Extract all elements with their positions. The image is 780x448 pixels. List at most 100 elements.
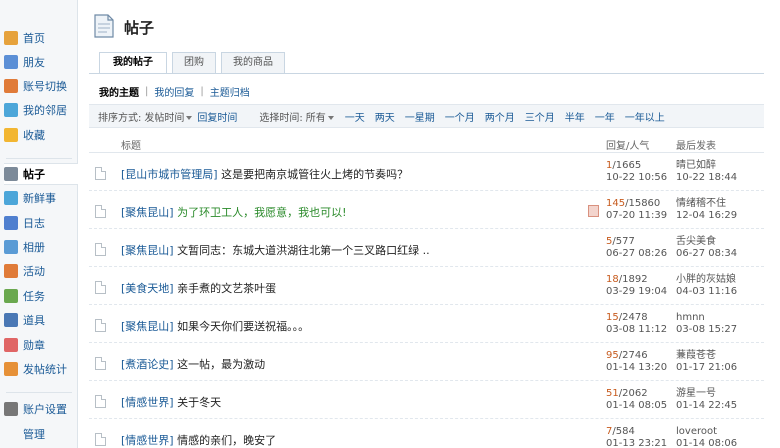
post-subject-link[interactable]: 文暂同志：东城大道洪湖往北第一个三叉路口红绿 ..	[177, 244, 430, 257]
sidebar-item-14[interactable]: 账户设置	[4, 400, 76, 418]
chevron-down-icon	[327, 115, 334, 120]
last-post: 蒹葭苍苍 01-17 21:06	[676, 350, 737, 374]
header-stats: 回复/人气	[606, 141, 650, 152]
sidebar-item-12[interactable]: 勋章	[4, 336, 76, 354]
subnav-topic-archive[interactable]: 主题归档	[210, 84, 250, 99]
time-label: 选择时间:	[259, 112, 303, 124]
forum-link[interactable]: [聚焦昆山]	[121, 206, 174, 219]
post-subject-link[interactable]: 亲手煮的文艺茶叶蛋	[177, 282, 276, 295]
time-ranges: 一天 两天 一星期 一个月 两个月 三个月 半年 一年 一年以上	[339, 109, 675, 124]
sidebar-item-11[interactable]: 道具	[4, 311, 76, 329]
last-post-user[interactable]: 小胖的灰姑娘	[676, 274, 736, 285]
sidebar-item-0[interactable]: 首页	[4, 29, 76, 47]
time-range-link[interactable]: 一天	[345, 113, 365, 124]
post-subject-link[interactable]: 这是要把南京城管往火上烤的节奏吗？	[221, 168, 408, 181]
sidebar-item-label: 发帖统计	[23, 363, 67, 376]
time-range-link[interactable]: 一年以上	[625, 113, 665, 124]
last-post-date: 01-14 08:06	[676, 438, 738, 448]
sidebar-item-4[interactable]: 收藏	[4, 126, 76, 144]
time-range-link[interactable]: 三个月	[525, 113, 555, 124]
last-post-user[interactable]: 游星一号	[676, 388, 716, 399]
subnav-separator: |	[200, 86, 204, 97]
sidebar-item-6[interactable]: 新鲜事	[4, 189, 76, 207]
sort-select[interactable]: 发帖时间	[144, 109, 197, 124]
sidebar-item-label: 新鲜事	[23, 192, 56, 205]
post-subject-link[interactable]: 这一帖，最为激动	[177, 358, 265, 371]
sort-label: 排序方式:	[98, 112, 142, 124]
forum-link[interactable]: [情感世界]	[121, 434, 174, 447]
time-range-link[interactable]: 两个月	[485, 113, 515, 124]
forum-link[interactable]: [昆山市城市管理局]	[121, 168, 218, 181]
last-post: 小胖的灰姑娘 04-03 11:16	[676, 274, 737, 298]
last-post-user[interactable]: 蒹葭苍苍	[676, 350, 716, 361]
post-date: 10-22 10:56	[606, 172, 668, 183]
time-range-link[interactable]: 一年	[595, 113, 615, 124]
post-date: 01-14 13:20	[606, 362, 668, 373]
post-subject-link[interactable]: 如果今天你们要送祝福。。。	[177, 320, 309, 333]
sidebar-item-3[interactable]: 我的邻居	[4, 101, 76, 119]
time-range-link[interactable]: 一星期	[405, 113, 435, 124]
forum-link[interactable]: [美食天地]	[121, 282, 174, 295]
last-post-user[interactable]: hmnn	[676, 312, 705, 323]
reply-count: 51	[606, 388, 619, 399]
sidebar-item-2[interactable]: 账号切换	[4, 77, 76, 95]
post-subject-link[interactable]: 为了环卫工人，我愿意，我也可以!	[177, 206, 346, 219]
post-subject-link[interactable]: 情感的亲们，晚安了	[177, 434, 276, 447]
time-range-link[interactable]: 一个月	[445, 113, 475, 124]
header-last-post: 最后发表	[676, 141, 716, 152]
sidebar-item-7[interactable]: 日志	[4, 214, 76, 232]
friends-icon	[4, 55, 18, 69]
view-count: /15860	[625, 198, 661, 209]
post-title: [美食天地] 亲手煮的文艺茶叶蛋	[121, 280, 276, 296]
sidebar-item-label: 我的邻居	[23, 104, 67, 117]
last-post-user[interactable]: 晴已如醉	[676, 160, 716, 171]
post-stats: 1/1665 10-22 10:56	[606, 160, 667, 184]
sidebar-item-label: 日志	[23, 217, 45, 230]
sidebar-item-label: 朋友	[23, 56, 45, 69]
sidebar-item-8[interactable]: 相册	[4, 238, 76, 256]
tab-group-buy[interactable]: 团购	[172, 52, 216, 74]
page-title: 帖子	[124, 19, 155, 37]
sidebar-item-15[interactable]: 管理	[4, 425, 76, 443]
last-post-date: 04-03 11:16	[676, 286, 738, 297]
post-title: [聚焦昆山] 为了环卫工人，我愿意，我也可以!	[121, 204, 347, 220]
post-date: 01-13 23:21	[606, 438, 668, 448]
time-range-link[interactable]: 两天	[375, 113, 395, 124]
subnav-my-topics[interactable]: 我的主题	[99, 84, 139, 99]
sidebar-item-9[interactable]: 活动	[4, 262, 76, 280]
view-count: /2478	[618, 312, 648, 323]
table-row: [美食天地] 亲手煮的文艺茶叶蛋 18/1892 03-29 19:04 小胖的灰姑娘…	[89, 269, 764, 305]
post-date: 07-20 11:39	[606, 210, 668, 221]
post-subject-link[interactable]: 关于冬天	[177, 396, 221, 409]
speech-icon	[4, 191, 18, 205]
post-stats: 7/584 01-13 23:21	[606, 426, 667, 448]
table-row: [聚焦昆山] 文暂同志：东城大道洪湖往北第一个三叉路口红绿 .. 5/577 06-…	[89, 231, 764, 267]
time-range-link[interactable]: 半年	[565, 113, 585, 124]
time-select[interactable]: 所有	[306, 109, 339, 124]
sort-by-reply-time[interactable]: 回复时间	[197, 109, 237, 124]
last-post-user[interactable]: 情绪稽不住	[676, 198, 726, 209]
tab-my-products[interactable]: 我的商品	[221, 52, 285, 74]
tab-my-posts[interactable]: 我的帖子	[99, 52, 167, 74]
sidebar-item-label: 相册	[23, 241, 45, 254]
last-post-user[interactable]: 舌尖美食	[676, 236, 716, 247]
forum-link[interactable]: [煮酒论史]	[121, 358, 174, 371]
last-post-date: 12-04 16:29	[676, 210, 738, 221]
table-row: [昆山市城市管理局] 这是要把南京城管往火上烤的节奏吗？ 1/1665 10-22 …	[89, 155, 764, 191]
forum-link[interactable]: [聚焦昆山]	[121, 244, 174, 257]
forum-link[interactable]: [聚焦昆山]	[121, 320, 174, 333]
post-title: [聚焦昆山] 文暂同志：东城大道洪湖往北第一个三叉路口红绿 ..	[121, 242, 430, 258]
sidebar-item-5[interactable]: 帖子	[4, 163, 78, 185]
subnav-my-replies[interactable]: 我的回复	[154, 84, 194, 99]
table-row: [煮酒论史] 这一帖，最为激动 95/2746 01-14 13:20 蒹葭苍苍 01-…	[89, 345, 764, 381]
sidebar-item-13[interactable]: 发帖统计	[4, 360, 76, 378]
sidebar-item-label: 首页	[23, 32, 45, 45]
last-post-date: 06-27 08:34	[676, 248, 738, 259]
last-post-user[interactable]: loveroot	[676, 426, 717, 437]
forum-link[interactable]: [情感世界]	[121, 396, 174, 409]
table-row: [聚焦昆山] 如果今天你们要送祝福。。。 15/2478 03-08 11:12 hm…	[89, 307, 764, 343]
sidebar-item-1[interactable]: 朋友	[4, 53, 76, 71]
last-post-date: 03-08 15:27	[676, 324, 738, 335]
last-post: 晴已如醉 10-22 18:44	[676, 160, 737, 184]
sidebar-item-10[interactable]: 任务	[4, 287, 76, 305]
